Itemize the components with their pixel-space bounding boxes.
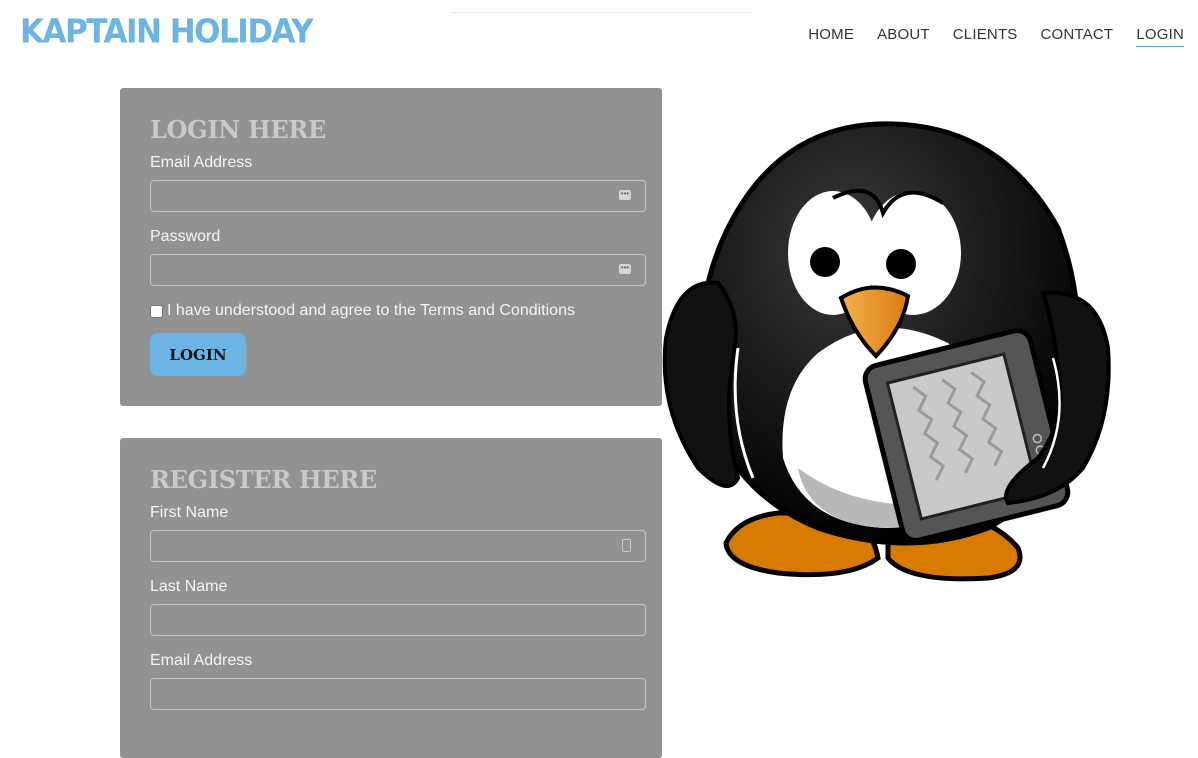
login-title: LOGIN HERE (150, 115, 327, 144)
terms-checkbox[interactable] (150, 304, 163, 318)
nav-contact[interactable]: CONTACT (1041, 26, 1114, 47)
login-password-input[interactable] (150, 254, 646, 286)
last-name-input[interactable] (150, 604, 646, 636)
first-name-input[interactable] (150, 530, 646, 562)
register-title: REGISTER HERE (150, 465, 378, 494)
login-button[interactable]: LOGIN (150, 333, 246, 376)
autofill-key-icon[interactable]: ••• (619, 190, 631, 200)
site-logo[interactable]: KAPTAIN HOLIDAY (20, 13, 314, 51)
register-panel: REGISTER HERE First Name Last Name Email… (120, 438, 662, 758)
first-name-label: First Name (150, 504, 229, 521)
main-nav: HOME ABOUT CLIENTS CONTACT LOGIN (808, 26, 1184, 47)
nav-login[interactable]: LOGIN (1136, 26, 1184, 47)
autofill-key-icon[interactable]: ••• (619, 264, 631, 274)
nav-about[interactable]: ABOUT (877, 26, 930, 47)
terms-label: I have understood and agree to the Terms… (167, 302, 575, 319)
login-panel: LOGIN HERE Email Address ••• Password ••… (120, 88, 662, 406)
register-email-input[interactable] (150, 678, 646, 710)
nav-home[interactable]: HOME (808, 26, 854, 47)
last-name-label: Last Name (150, 578, 228, 595)
terms-checkbox-row[interactable]: I have understood and agree to the Terms… (150, 302, 575, 320)
login-email-input[interactable] (150, 180, 646, 212)
penguin-with-tablet-illustration (662, 121, 1111, 582)
login-email-label: Email Address (150, 154, 253, 171)
nav-clients[interactable]: CLIENTS (953, 26, 1018, 47)
divider (450, 12, 752, 13)
contact-card-icon[interactable] (622, 539, 631, 552)
login-password-label: Password (150, 228, 221, 245)
register-email-label: Email Address (150, 652, 253, 669)
